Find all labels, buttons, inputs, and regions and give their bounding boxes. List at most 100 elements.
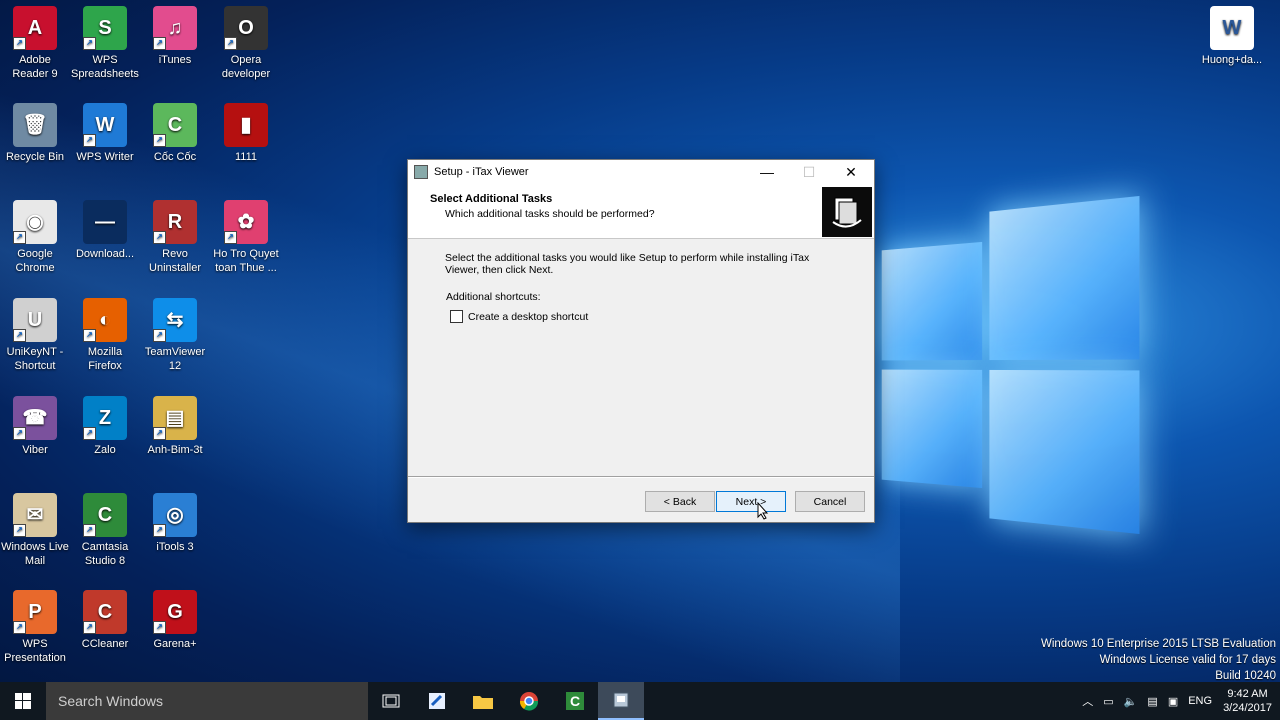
desktop-icon[interactable]: 🗑 Recycle Bin: [0, 103, 70, 164]
shortcut-arrow-icon: ↗: [83, 134, 96, 147]
desktop-icon-label: Anh-Bim-3t: [147, 444, 203, 456]
app-icon: ✉ ↗: [13, 493, 57, 537]
minimize-button[interactable]: —: [746, 160, 788, 184]
app-icon: ▤ ↗: [153, 396, 197, 440]
desktop-icon[interactable]: R ↗ Revo Uninstaller: [140, 200, 210, 275]
desktop-shortcut-option[interactable]: Create a desktop shortcut: [450, 310, 588, 323]
app-icon: ◐ ↗: [83, 298, 127, 342]
desktop-icon-label: Windows Live Mail: [1, 541, 69, 567]
desktop-icon[interactable]: ◉ ↗ Google Chrome: [0, 200, 70, 275]
app-icon: ♫ ↗: [153, 6, 197, 50]
desktop-icon-label: WPS Writer: [76, 151, 134, 163]
setup-dialog: Setup - iTax Viewer — ☐ ✕ Select Additio…: [407, 159, 875, 523]
desktop-icon[interactable]: W ↗ WPS Writer: [70, 103, 140, 164]
shortcut-arrow-icon: ↗: [83, 524, 96, 537]
desktop-icon-label: Opera developer: [221, 54, 271, 80]
taskbar-app-camtasia[interactable]: C: [552, 682, 598, 720]
desktop-icon[interactable]: W Huong+da...: [1197, 6, 1267, 67]
shortcut-arrow-icon: ↗: [13, 427, 26, 440]
desktop-icon[interactable]: ▮ 1111: [211, 103, 281, 164]
cancel-button[interactable]: Cancel: [795, 491, 865, 512]
taskbar-search-box[interactable]: Search Windows: [46, 682, 368, 720]
shortcut-arrow-icon: ↗: [153, 37, 166, 50]
setup-app-icon: [414, 165, 428, 179]
start-button[interactable]: [0, 682, 46, 720]
back-button[interactable]: < Back: [645, 491, 715, 512]
shortcut-arrow-icon: ↗: [153, 231, 166, 244]
desktop-icon[interactable]: O ↗ Opera developer: [211, 6, 281, 81]
taskbar-app-setup[interactable]: [598, 682, 644, 720]
desktop-icon[interactable]: C ↗ Camtasia Studio 8: [70, 493, 140, 568]
desktop-icon[interactable]: U ↗ UniKeyNT - Shortcut: [0, 298, 70, 373]
desktop-icon-label: CCleaner: [81, 638, 129, 650]
additional-shortcuts-label: Additional shortcuts:: [446, 291, 541, 303]
clock[interactable]: 9:42 AM 3/24/2017: [1223, 687, 1272, 715]
windows-logo-wallpaper: [881, 195, 1153, 536]
desktop-icon[interactable]: Z ↗ Zalo: [70, 396, 140, 457]
network-icon[interactable]: ▤: [1147, 695, 1157, 708]
taskbar-app-file-explorer[interactable]: [460, 682, 506, 720]
desktop-icon[interactable]: ✉ ↗ Windows Live Mail: [0, 493, 70, 568]
setup-installer-icon: [613, 692, 629, 708]
shortcut-arrow-icon: ↗: [13, 231, 26, 244]
desktop-icon[interactable]: C ↗ Cốc Cốc: [140, 103, 210, 164]
desktop-icon-label: 1111: [234, 151, 258, 163]
shortcut-arrow-icon: ↗: [153, 621, 166, 634]
close-button[interactable]: ✕: [830, 160, 872, 184]
desktop-icon[interactable]: A ↗ Adobe Reader 9: [0, 6, 70, 81]
desktop-icon[interactable]: ◎ ↗ iTools 3: [140, 493, 210, 554]
shortcut-arrow-icon: ↗: [153, 329, 166, 342]
desktop-icon-label: WPS Presentation: [4, 638, 66, 664]
desktop-icon[interactable]: ⇆ ↗ TeamViewer 12: [140, 298, 210, 373]
taskbar-app-itax[interactable]: [414, 682, 460, 720]
app-icon: S ↗: [83, 6, 127, 50]
app-icon: C ↗: [153, 103, 197, 147]
volume-muted-icon[interactable]: 🔈: [1124, 695, 1138, 708]
taskbar-app-chrome[interactable]: [506, 682, 552, 720]
dialog-title: Setup - iTax Viewer: [434, 166, 529, 178]
app-icon: P ↗: [13, 590, 57, 634]
desktop-icon[interactable]: C ↗ CCleaner: [70, 590, 140, 651]
shortcut-arrow-icon: ↗: [153, 134, 166, 147]
shortcut-arrow-icon: ↗: [13, 329, 26, 342]
shortcut-arrow-icon: ↗: [83, 329, 96, 342]
clock-time: 9:42 AM: [1227, 688, 1268, 700]
dialog-titlebar[interactable]: Setup - iTax Viewer — ☐ ✕: [408, 160, 874, 184]
battery-icon[interactable]: ▭: [1103, 695, 1113, 708]
desktop-shortcut-label[interactable]: Create a desktop shortcut: [468, 311, 588, 323]
desktop-icon[interactable]: ✿ ↗ Ho Tro Quyet toan Thue ...: [211, 200, 281, 275]
app-icon: ◉ ↗: [13, 200, 57, 244]
desktop-icon[interactable]: S ↗ WPS Spreadsheets: [70, 6, 140, 81]
desktop-icon[interactable]: G ↗ Garena+: [140, 590, 210, 651]
shortcut-arrow-icon: ↗: [13, 37, 26, 50]
shortcut-arrow-icon: ↗: [83, 427, 96, 440]
app-icon: C ↗: [83, 493, 127, 537]
desktop-icon[interactable]: ♫ ↗ iTunes: [140, 6, 210, 67]
dialog-header: Select Additional Tasks Which additional…: [408, 184, 874, 239]
windows-start-icon: [15, 693, 31, 709]
desktop-icon[interactable]: ▤ ↗ Anh-Bim-3t: [140, 396, 210, 457]
setup-wizard-icon: [822, 187, 872, 237]
itax-app-icon: [429, 693, 445, 709]
shortcut-arrow-icon: ↗: [224, 231, 237, 244]
desktop-icon[interactable]: ― Download...: [70, 200, 140, 261]
show-hidden-icons-chevron-icon[interactable]: ︿: [1082, 693, 1093, 709]
input-language[interactable]: ENG: [1188, 695, 1212, 707]
app-icon: W ↗: [83, 103, 127, 147]
action-center-icon[interactable]: ▣: [1168, 695, 1178, 708]
taskbar: Search Windows C ︿ ▭ 🔈 ▤ ▣ ENG 9:42 AM 3…: [0, 682, 1280, 720]
desktop-icon[interactable]: ☎ ↗ Viber: [0, 396, 70, 457]
app-icon: W: [1210, 6, 1254, 50]
next-button[interactable]: Next >: [716, 491, 786, 512]
desktop-icon-label: Recycle Bin: [5, 151, 65, 163]
page-subheading: Which additional tasks should be perform…: [445, 208, 655, 220]
desktop-icon-label: Revo Uninstaller: [149, 248, 201, 274]
desktop-icon-label: Google Chrome: [15, 248, 55, 274]
system-tray: ︿ ▭ 🔈 ▤ ▣ ENG 9:42 AM 3/24/2017: [1077, 682, 1280, 720]
shortcut-arrow-icon: ↗: [224, 37, 237, 50]
task-view-button[interactable]: [368, 682, 414, 720]
desktop-shortcut-checkbox[interactable]: [450, 310, 463, 323]
desktop-icon[interactable]: P ↗ WPS Presentation: [0, 590, 70, 665]
desktop-icon-label: iTools 3: [156, 541, 194, 553]
desktop-icon[interactable]: ◐ ↗ Mozilla Firefox: [70, 298, 140, 373]
